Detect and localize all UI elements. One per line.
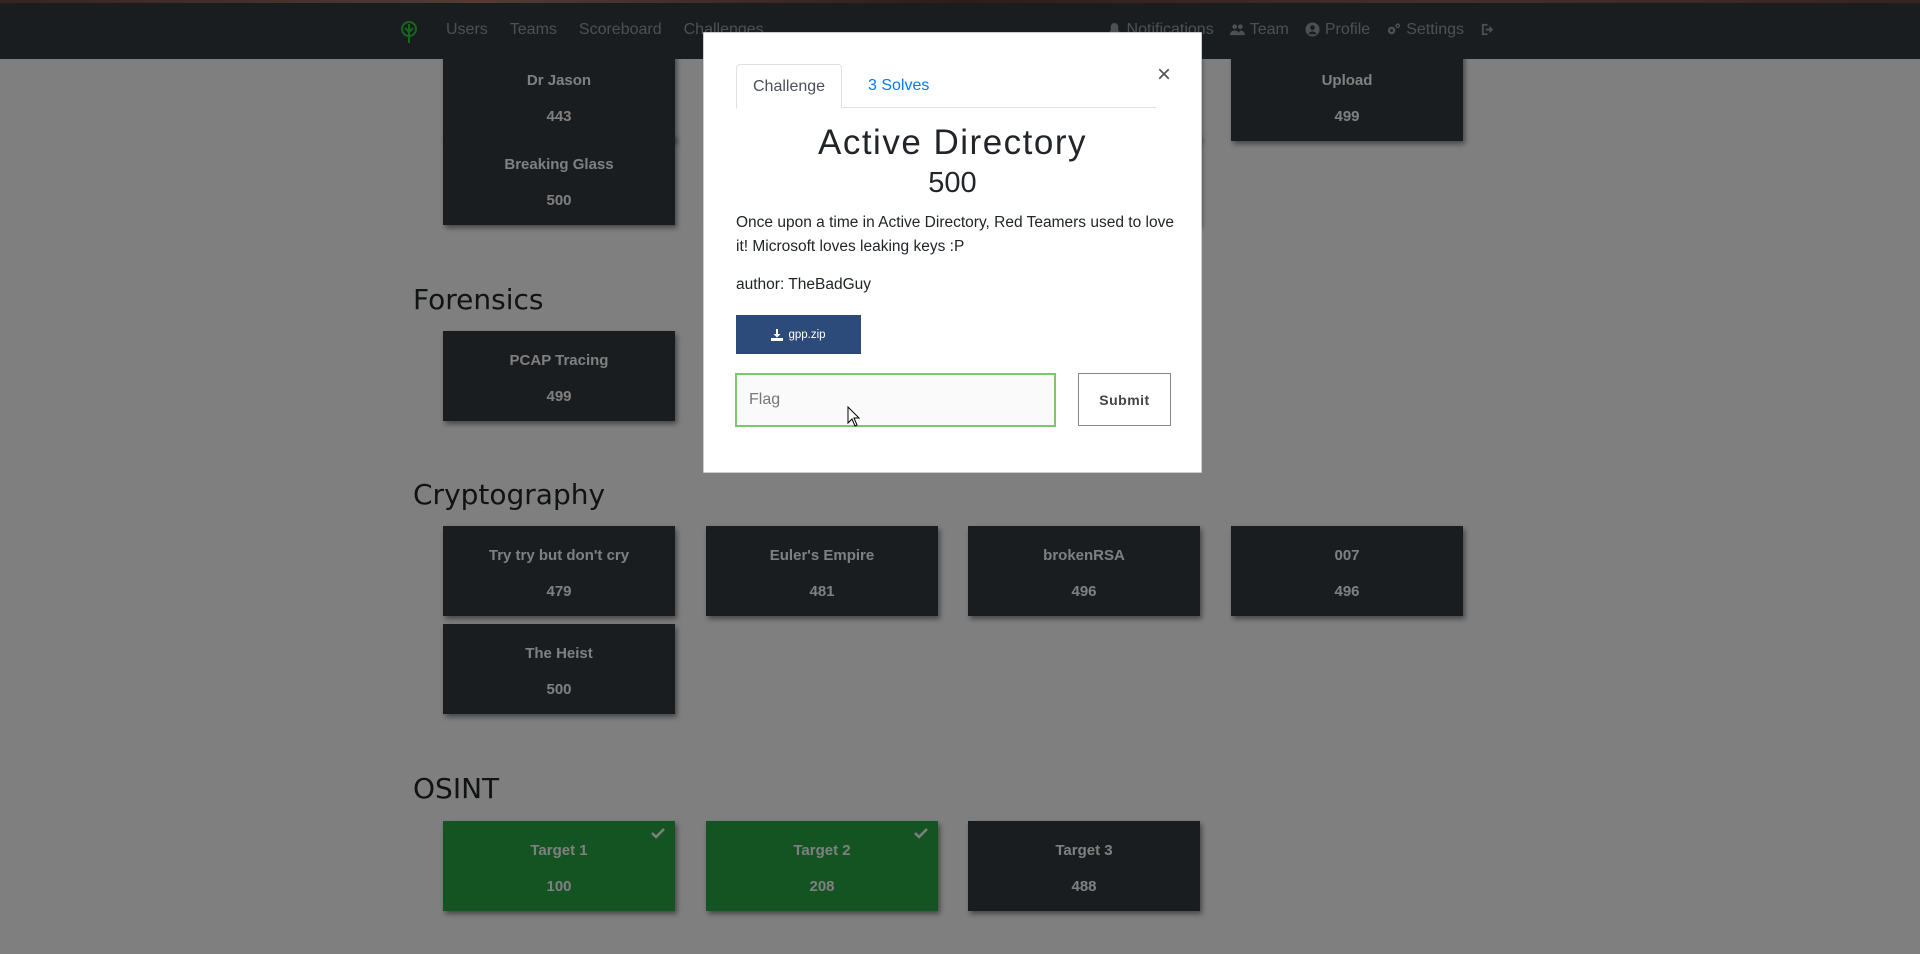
submit-button[interactable]: Submit (1078, 373, 1171, 426)
challenge-title: Active Directory (817, 123, 1088, 162)
tab-solves[interactable]: 3 Solves (852, 64, 945, 108)
close-icon[interactable]: × (1157, 63, 1171, 87)
file-name: gpp.zip (788, 328, 826, 341)
tab-challenge[interactable]: Challenge (736, 64, 843, 109)
challenge-points: 500 (928, 167, 977, 199)
download-file-button[interactable]: gpp.zip (736, 315, 861, 354)
mouse-cursor-icon (847, 406, 861, 427)
download-icon (771, 328, 784, 341)
challenge-modal: Challenge 3 Solves × Active Directory 50… (703, 32, 1202, 473)
flag-input[interactable] (735, 373, 1056, 427)
challenge-author: author: TheBadGuy (736, 276, 871, 293)
modal-tabs: Challenge 3 Solves (736, 64, 1156, 109)
challenge-description: Once upon a time in Active Directory, Re… (736, 214, 1174, 255)
